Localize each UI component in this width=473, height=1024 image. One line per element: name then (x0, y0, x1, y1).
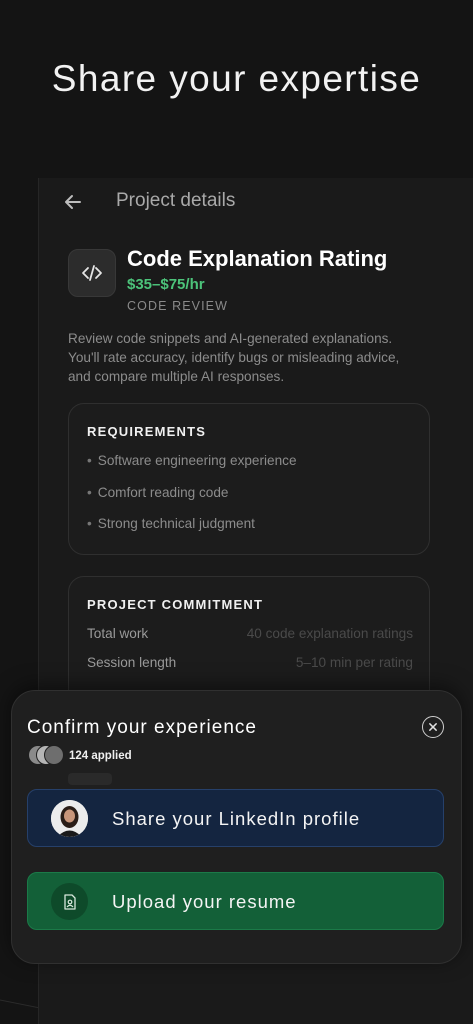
commitment-title: PROJECT COMMITMENT (87, 597, 264, 612)
bullet-icon: • (87, 485, 92, 500)
resume-button-label: Upload your resume (112, 891, 297, 912)
profile-photo (51, 800, 88, 837)
page-title: Project details (116, 190, 236, 211)
requirement-item: • Strong technical judgment (87, 516, 255, 531)
applied-count: 124 applied (69, 750, 132, 762)
arrow-left-icon[interactable] (61, 190, 85, 214)
requirements-card: REQUIREMENTS • Software engineering exper… (68, 403, 430, 555)
project-description: Review code snippets and AI-generated ex… (68, 331, 400, 384)
project-category: CODE REVIEW (127, 299, 228, 313)
applicant-avatars (28, 745, 64, 767)
headline: Share your expertise (51, 58, 422, 99)
close-icon[interactable] (422, 716, 444, 738)
bullet-icon: • (87, 516, 92, 531)
commitment-value: 5–10 min per rating (295, 655, 413, 670)
blurred-text (68, 773, 112, 785)
sheet-title: Confirm your experience (27, 717, 257, 738)
linkedin-button-label: Share your LinkedIn profile (112, 808, 361, 829)
commitment-value: 40 code explanation ratings (246, 626, 413, 641)
share-linkedin-button[interactable]: Share your LinkedIn profile (27, 789, 444, 847)
project-rate: $35–$75/hr (127, 276, 205, 293)
commitment-label: Session length (87, 655, 177, 670)
code-icon (68, 249, 116, 297)
project-title: Code Explanation Rating (127, 246, 388, 271)
requirement-item: • Comfort reading code (87, 485, 229, 500)
confirm-experience-sheet: Confirm your experience 124 applied Shar… (11, 690, 462, 964)
file-person-icon (51, 883, 88, 920)
avatar (44, 745, 64, 765)
top-bar: Project details (39, 178, 473, 226)
commitment-label: Total work (87, 626, 149, 641)
upload-resume-button[interactable]: Upload your resume (27, 872, 444, 930)
bullet-icon: • (87, 453, 92, 468)
requirement-item: • Software engineering experience (87, 453, 297, 468)
requirements-title: REQUIREMENTS (87, 424, 207, 439)
